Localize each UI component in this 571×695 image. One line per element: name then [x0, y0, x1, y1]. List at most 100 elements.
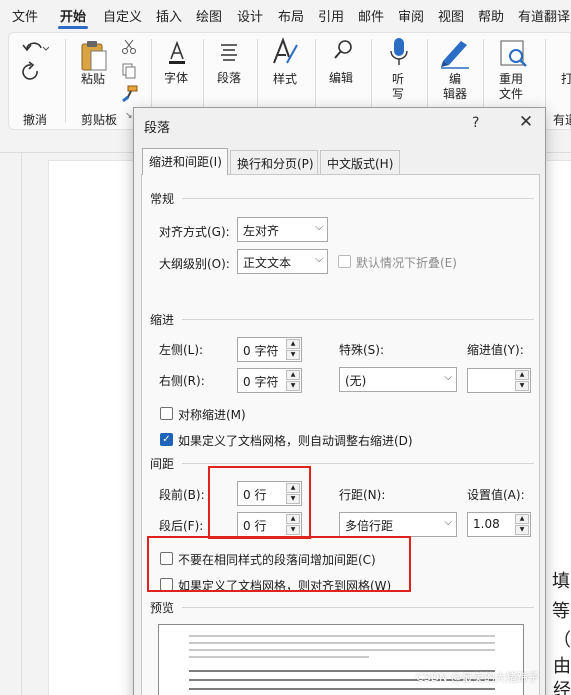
- paragraph-icon[interactable]: [219, 41, 239, 63]
- tab-indents-spacing[interactable]: 缩进和间距(I): [142, 148, 228, 175]
- preview-line: [189, 656, 369, 658]
- spin-down-icon[interactable]: ▼: [286, 350, 300, 360]
- editing-label[interactable]: 编辑: [329, 69, 353, 86]
- document-text: （扌: [553, 630, 571, 651]
- menu-references[interactable]: 引用: [318, 6, 344, 25]
- format-painter-icon[interactable]: [121, 85, 139, 103]
- left-indent-input[interactable]: 0 字符 ▲ ▼: [237, 337, 302, 362]
- mirror-indents-label: 对称缩进(M): [178, 408, 246, 422]
- paragraph-dialog: 段落 ? ✕ 常规 对齐方式(G): 左对齐 ⌵ 大纲级别(O): 正文文本 ⌵…: [133, 107, 546, 695]
- search-icon[interactable]: [333, 39, 353, 61]
- preview-line: [189, 649, 495, 651]
- paste-icon[interactable]: [79, 39, 109, 73]
- highlight-box: [208, 466, 311, 539]
- font-icon[interactable]: [167, 41, 187, 65]
- document-text: 经: [553, 680, 571, 695]
- document-text: 等中: [552, 601, 571, 622]
- special-select[interactable]: (无) ⌵: [339, 367, 457, 392]
- spin-down-icon[interactable]: ▼: [515, 525, 529, 535]
- menu-mailings[interactable]: 邮件: [358, 6, 384, 25]
- menu-bar: 文件 开始 自定义 插入 绘图 设计 布局 引用 邮件 审阅 视图 帮助 有道翻…: [0, 0, 571, 30]
- document-text: 填充: [552, 571, 571, 592]
- menu-layout[interactable]: 布局: [278, 6, 304, 25]
- outline-level-value: 正文文本: [243, 256, 292, 270]
- line-spacing-label: 行距(N):: [339, 488, 386, 502]
- undo-icon[interactable]: [19, 37, 49, 59]
- spin-up-icon[interactable]: ▲: [515, 370, 529, 380]
- paste-label[interactable]: 粘贴: [81, 70, 105, 87]
- menu-insert[interactable]: 插入: [156, 6, 182, 25]
- special-label: 特殊(S):: [339, 343, 385, 357]
- at-label: 设置值(A):: [467, 488, 525, 502]
- menu-view[interactable]: 视图: [438, 6, 464, 25]
- copy-icon[interactable]: [121, 63, 137, 79]
- microphone-icon[interactable]: [389, 37, 409, 69]
- collapsed-label: 默认情况下折叠(E): [356, 256, 457, 270]
- tab-label: 换行和分页(P): [237, 157, 314, 171]
- section-divider: [182, 607, 534, 608]
- alignment-label: 对齐方式(G):: [159, 225, 230, 239]
- auto-adjust-checkbox[interactable]: ✓: [160, 433, 173, 446]
- collapsed-checkbox[interactable]: [338, 255, 351, 268]
- at-input[interactable]: 1.08 ▲ ▼: [467, 512, 531, 537]
- tab-label: 缩进和间距(I): [149, 155, 222, 169]
- outline-level-select[interactable]: 正文文本 ⌵: [237, 249, 328, 274]
- spin-down-icon[interactable]: ▼: [515, 381, 529, 391]
- indent-by-label: 缩进值(Y):: [467, 343, 524, 357]
- reuse-file-icon[interactable]: [499, 39, 529, 69]
- styles-label[interactable]: 样式: [273, 70, 297, 87]
- spin-up-icon[interactable]: ▲: [515, 514, 529, 524]
- menu-review[interactable]: 审阅: [398, 6, 424, 25]
- menu-draw[interactable]: 绘图: [196, 6, 222, 25]
- vertical-ruler: [0, 153, 22, 695]
- special-value: (无): [345, 374, 367, 388]
- menu-help[interactable]: 帮助: [478, 6, 504, 25]
- spacing-heading: 间距: [150, 457, 175, 471]
- preview-heading: 预览: [150, 601, 175, 615]
- chevron-down-icon: ⌵: [444, 372, 452, 383]
- mirror-indents-checkbox[interactable]: [160, 407, 173, 420]
- youdao-group-label: 有道: [553, 113, 571, 127]
- help-button[interactable]: ?: [472, 115, 479, 131]
- clipboard-launcher-icon[interactable]: ↘: [125, 111, 133, 121]
- paragraph-label[interactable]: 段落: [217, 69, 241, 86]
- youdao-partial-label[interactable]: 打: [561, 70, 571, 87]
- spin-down-icon[interactable]: ▼: [286, 381, 300, 391]
- indent-by-input[interactable]: ▲ ▼: [467, 368, 531, 393]
- spin-up-icon[interactable]: ▲: [286, 339, 300, 349]
- editor-label-2[interactable]: 辑器: [443, 85, 467, 102]
- alignment-select[interactable]: 左对齐 ⌵: [237, 217, 328, 242]
- line-spacing-select[interactable]: 多倍行距 ⌵: [339, 512, 457, 537]
- reuse-file-label-2[interactable]: 文件: [499, 85, 523, 102]
- section-divider: [182, 198, 534, 199]
- chevron-down-icon: ⌵: [315, 254, 323, 265]
- redo-icon[interactable]: [19, 61, 43, 83]
- tab-panel: 常规 对齐方式(G): 左对齐 ⌵ 大纲级别(O): 正文文本 ⌵ 默认情况下折…: [141, 174, 540, 695]
- preview-line: [189, 688, 495, 690]
- clipboard-group-label: 剪贴板: [81, 113, 118, 127]
- tab-asian-typography[interactable]: 中文版式(H): [320, 150, 400, 174]
- space-after-label: 段后(F):: [159, 519, 204, 533]
- highlight-box: [147, 536, 411, 592]
- tab-line-page-breaks[interactable]: 换行和分页(P): [230, 150, 318, 174]
- spin-up-icon[interactable]: ▲: [286, 370, 300, 380]
- active-tab-indicator: [58, 26, 88, 29]
- close-icon[interactable]: ✕: [514, 112, 538, 132]
- styles-icon[interactable]: [271, 37, 299, 67]
- editor-icon[interactable]: [439, 37, 473, 69]
- menu-youdao[interactable]: 有道翻译: [518, 6, 570, 25]
- dictate-label-2[interactable]: 写: [392, 85, 404, 102]
- indent-heading: 缩进: [150, 313, 175, 327]
- menu-custom[interactable]: 自定义: [103, 6, 142, 25]
- menu-design[interactable]: 设计: [237, 6, 263, 25]
- document-text: 由: [553, 656, 571, 677]
- line-spacing-value: 多倍行距: [345, 519, 394, 533]
- cut-icon[interactable]: [121, 39, 137, 55]
- menu-home[interactable]: 开始: [60, 6, 86, 25]
- right-indent-input[interactable]: 0 字符 ▲ ▼: [237, 368, 302, 393]
- at-value: 1.08: [473, 517, 500, 531]
- outline-level-label: 大纲级别(O):: [159, 257, 230, 271]
- font-label[interactable]: 字体: [164, 69, 188, 86]
- menu-file[interactable]: 文件: [12, 6, 38, 25]
- alignment-value: 左对齐: [243, 224, 280, 238]
